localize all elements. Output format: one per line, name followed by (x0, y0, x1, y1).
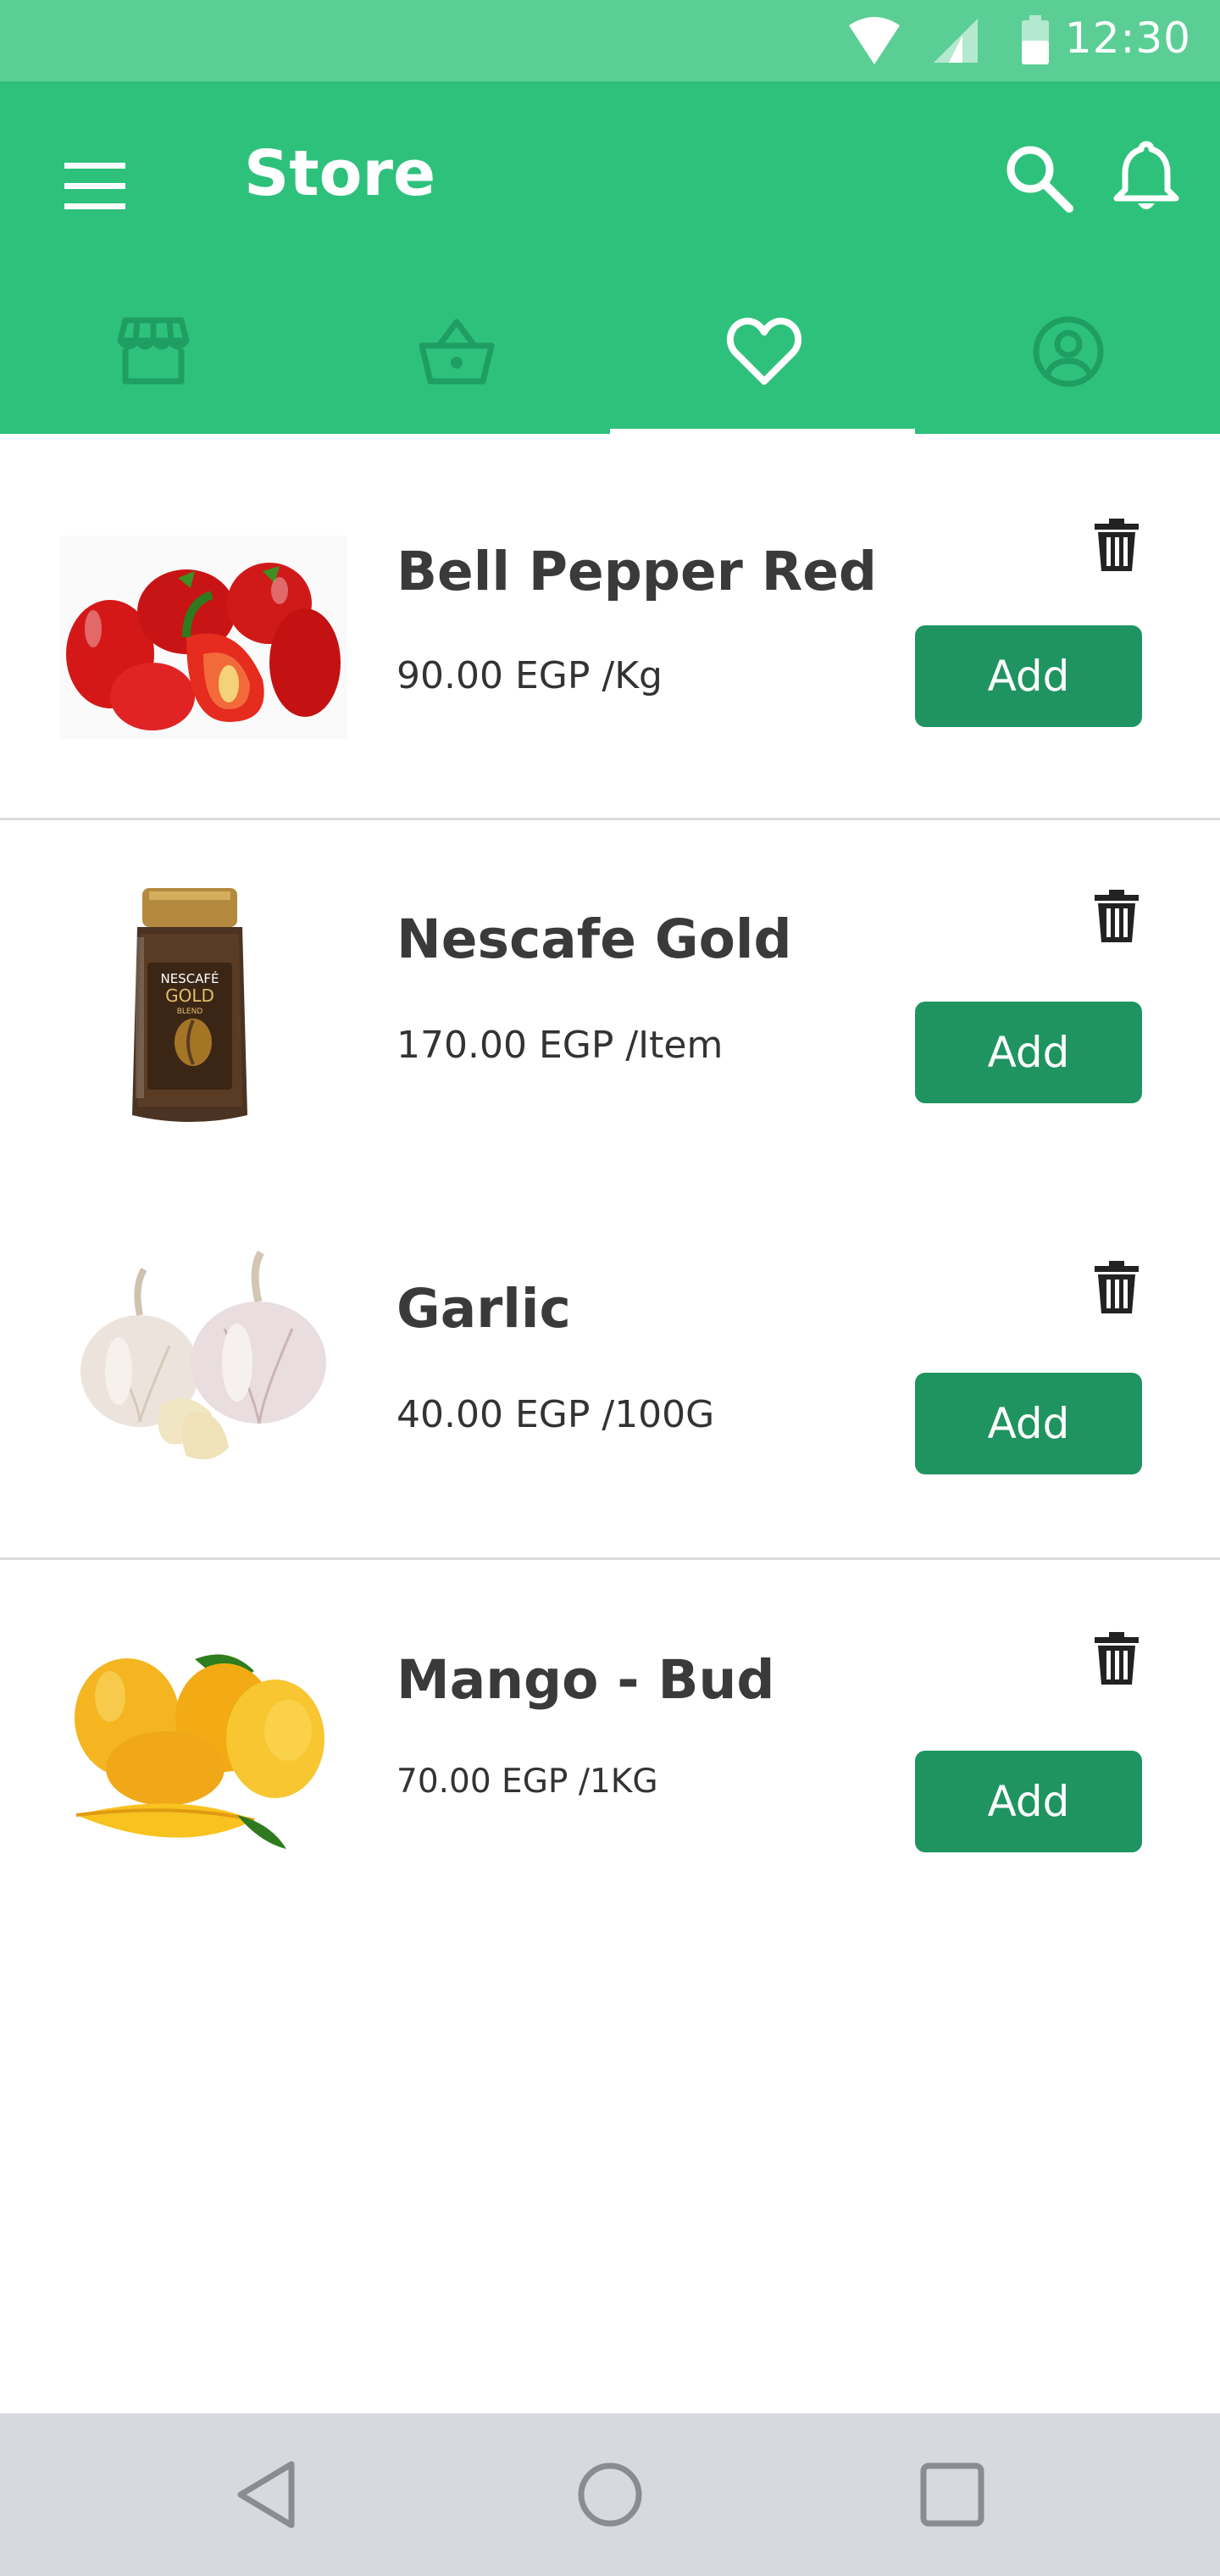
jar-brand-label: NESCAFÉ (160, 970, 219, 986)
jar-sub-label: BLEND (177, 1008, 203, 1016)
bell-icon[interactable] (1110, 139, 1183, 215)
list-item: Bell Pepper Red 90.00 EGP /Kg Add (0, 434, 1220, 819)
storefront-icon (117, 317, 190, 385)
delete-icon[interactable] (1093, 517, 1140, 573)
garlic-image (80, 1250, 326, 1460)
page-title: Store (244, 137, 436, 210)
app-bar: Store (0, 81, 1220, 434)
tab-store[interactable] (0, 305, 305, 434)
system-nav-bar (0, 2413, 1220, 2576)
back-icon[interactable] (227, 2452, 312, 2537)
item-name: Nescafe Gold (396, 908, 792, 970)
delete-icon[interactable] (1093, 1259, 1140, 1315)
tab-bar (0, 305, 1220, 434)
bell-pepper-image (59, 536, 347, 739)
wifi-icon (849, 17, 900, 64)
item-price: 70.00 EGP /1KG (396, 1763, 658, 1801)
item-name: Garlic (396, 1278, 571, 1340)
jar-product-label: GOLD (165, 985, 214, 1006)
nescafe-gold-jar-image: NESCAFÉ GOLD BLEND (132, 888, 247, 1122)
battery-icon (1022, 15, 1049, 64)
delete-icon[interactable] (1093, 1630, 1140, 1686)
mango-image (75, 1654, 324, 1849)
list-item: Mango - Bud 70.00 EGP /1KG Add (0, 1561, 1220, 1934)
signal-icon (934, 19, 978, 63)
basket-icon (419, 319, 495, 385)
item-price: 90.00 EGP /Kg (396, 654, 663, 697)
menu-icon[interactable] (59, 151, 130, 222)
item-name: Bell Pepper Red (396, 541, 878, 602)
divider (0, 1557, 1220, 1560)
list-item: Garlic 40.00 EGP /100G Add (0, 1193, 1220, 1566)
item-name: Mango - Bud (396, 1649, 775, 1711)
tab-basket[interactable] (305, 305, 610, 434)
item-price: 170.00 EGP /Item (396, 1024, 724, 1067)
delete-icon[interactable] (1093, 888, 1140, 944)
search-icon[interactable] (1001, 141, 1074, 214)
recents-icon[interactable] (910, 2452, 995, 2537)
list-item: NESCAFÉ GOLD BLEND Nescafe Gold 170.00 E… (0, 820, 1220, 1193)
home-icon[interactable] (568, 2452, 652, 2537)
add-button[interactable]: Add (915, 1373, 1142, 1474)
tab-favorites[interactable] (610, 305, 915, 434)
status-bar: 12:30 (0, 0, 1220, 81)
clock-time: 12:30 (1064, 14, 1191, 63)
heart-icon (727, 318, 801, 385)
add-button[interactable]: Add (915, 1751, 1142, 1852)
item-price: 40.00 EGP /100G (396, 1393, 715, 1436)
account-circle-icon (1033, 316, 1104, 387)
tab-account[interactable] (915, 305, 1220, 434)
add-button[interactable]: Add (915, 625, 1142, 727)
add-button[interactable]: Add (915, 1002, 1142, 1103)
